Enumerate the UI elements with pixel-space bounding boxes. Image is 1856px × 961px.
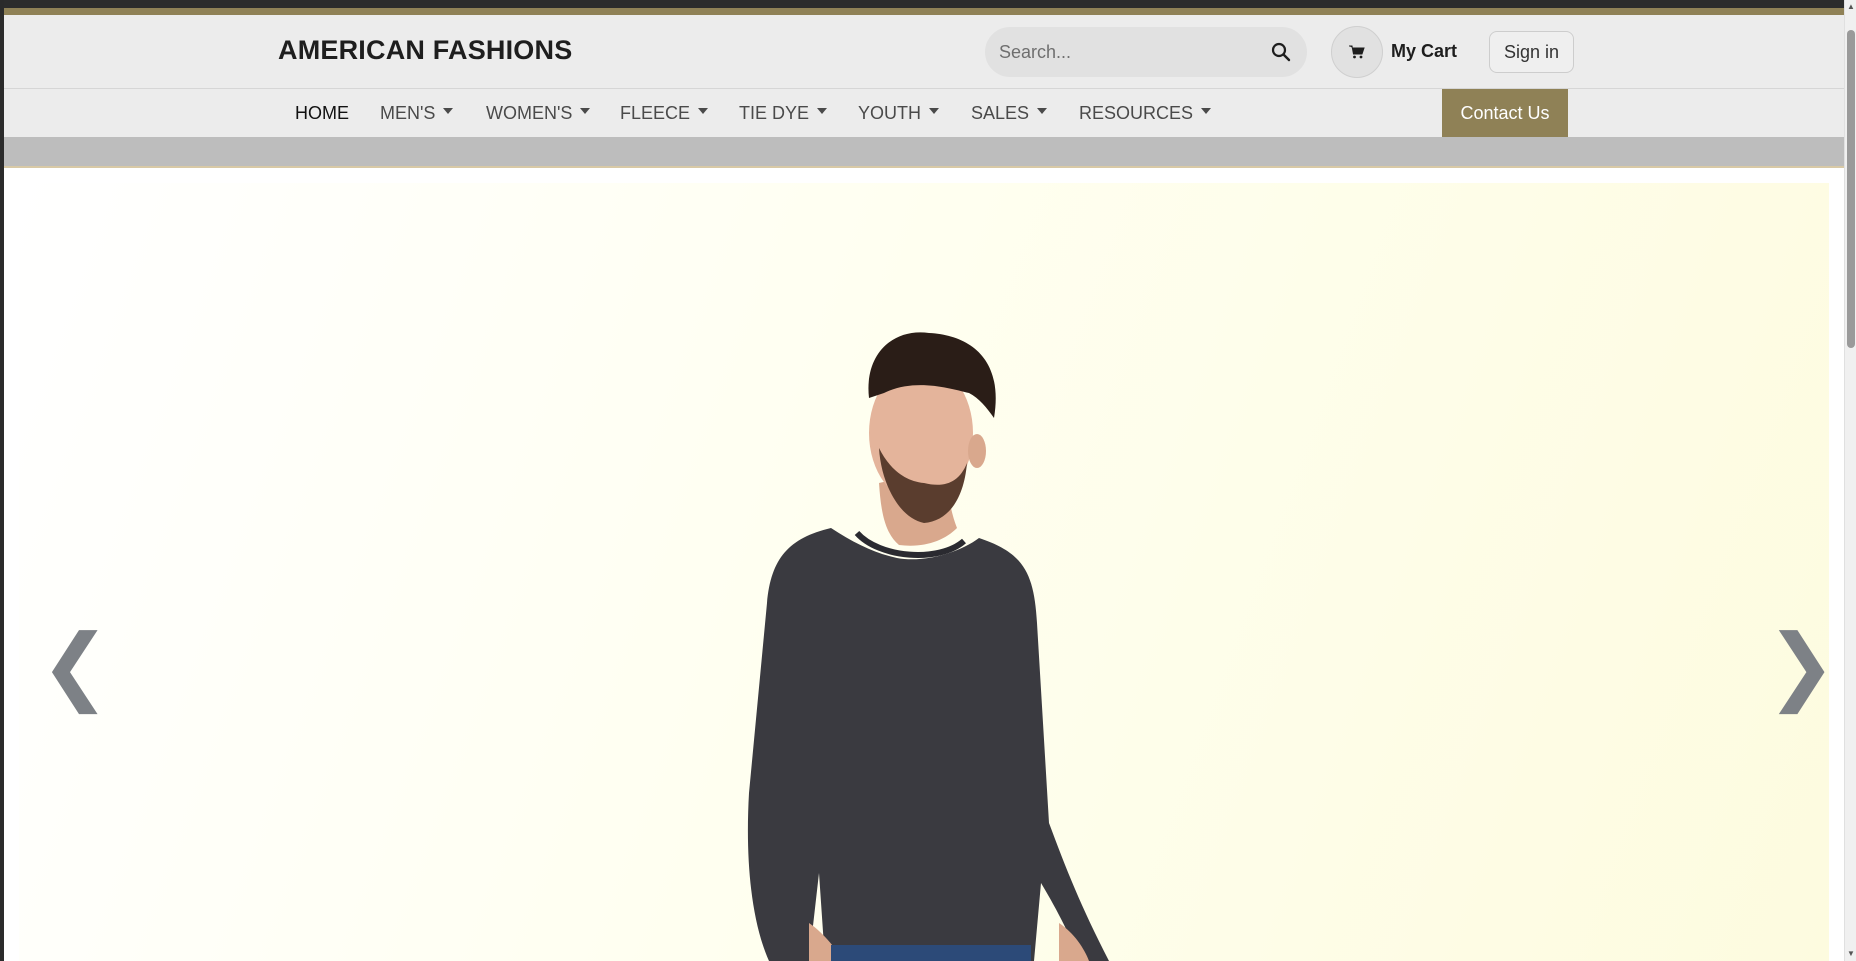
carousel-next-arrow[interactable]: ❯	[1766, 620, 1836, 710]
nav-item-label: HOME	[295, 103, 349, 123]
nav-item-fleece[interactable]: FLEECE	[620, 89, 709, 137]
nav-item-label: RESOURCES	[1079, 103, 1194, 123]
nav-item-label: MEN'S	[380, 103, 436, 123]
scrollbar-thumb[interactable]	[1847, 30, 1855, 348]
nav-item-womens[interactable]: WOMEN'S	[486, 89, 591, 137]
main-nav: HOME MEN'S WOMEN'S FLEECE TIE DYE YOUTH …	[4, 89, 1844, 137]
nav-item-label: FLEECE	[620, 103, 691, 123]
carousel-prev-arrow[interactable]: ❮	[40, 620, 110, 710]
nav-item-label: TIE DYE	[739, 103, 810, 123]
nav-item-label: SALES	[971, 103, 1030, 123]
sign-in-button[interactable]: Sign in	[1489, 31, 1574, 73]
nav-item-label: WOMEN'S	[486, 103, 573, 123]
nav-item-home[interactable]: HOME	[295, 89, 349, 137]
chevron-down-icon	[580, 108, 591, 115]
chevron-down-icon	[698, 108, 709, 115]
nav-item-sales[interactable]: SALES	[971, 89, 1048, 137]
announcement-band	[4, 137, 1844, 168]
nav-item-mens[interactable]: MEN'S	[380, 89, 454, 137]
search-input[interactable]	[999, 27, 1249, 77]
site-header: AMERICAN FASHIONS My Cart Sign in	[4, 15, 1844, 89]
nav-item-label: YOUTH	[858, 103, 921, 123]
cart-label[interactable]: My Cart	[1391, 41, 1457, 62]
nav-item-tie-dye[interactable]: TIE DYE	[739, 89, 828, 137]
chevron-down-icon	[817, 108, 828, 115]
hero-carousel	[19, 183, 1829, 961]
contact-us-button[interactable]: Contact Us	[1442, 89, 1568, 137]
chevron-down-icon	[929, 108, 939, 115]
top-gold-strip	[4, 8, 1844, 15]
scroll-down-icon[interactable]: ▼	[1846, 949, 1856, 959]
search-button[interactable]	[1265, 36, 1297, 68]
nav-item-youth[interactable]: YOUTH	[858, 89, 939, 137]
cart-button[interactable]	[1331, 26, 1383, 78]
nav-item-resources[interactable]: RESOURCES	[1079, 89, 1212, 137]
hero-image	[747, 332, 1109, 961]
top-dark-strip	[4, 0, 1844, 8]
chevron-down-icon	[1037, 108, 1048, 115]
cart-icon	[1349, 45, 1365, 59]
page-scrollbar[interactable]: ▲ ▼	[1844, 0, 1856, 961]
site-logo[interactable]: AMERICAN FASHIONS	[278, 35, 572, 66]
chevron-down-icon	[443, 108, 454, 115]
scroll-up-icon[interactable]: ▲	[1846, 2, 1856, 12]
search-icon	[1271, 42, 1291, 62]
chevron-down-icon	[1201, 108, 1212, 115]
search-box	[985, 27, 1307, 77]
